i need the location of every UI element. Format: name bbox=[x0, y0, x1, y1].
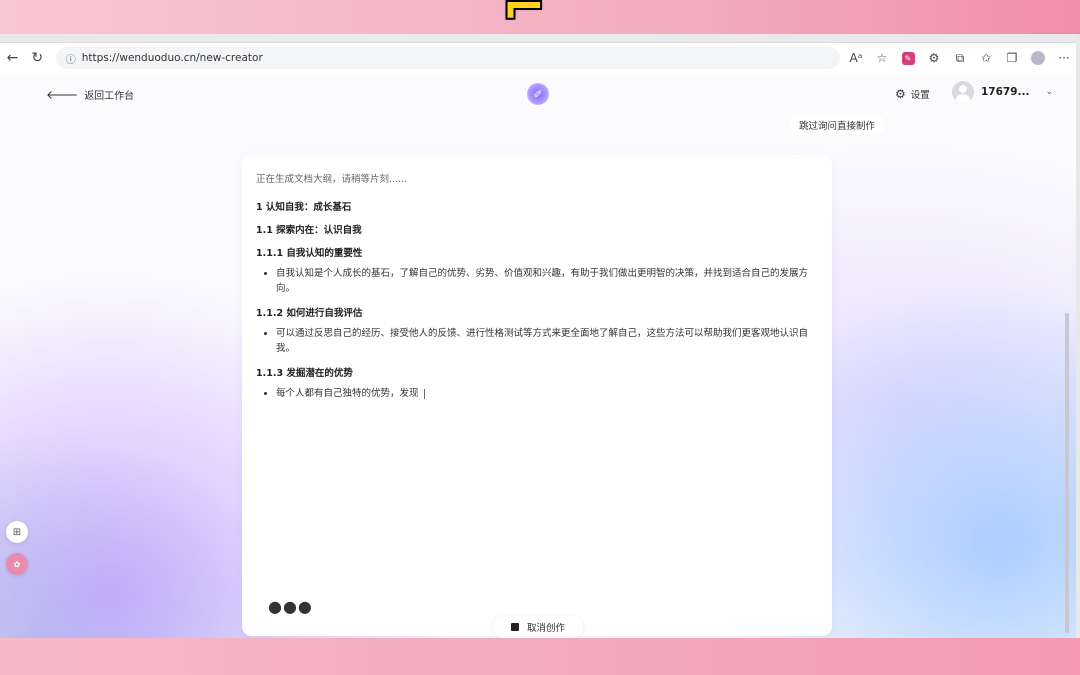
collections-icon[interactable]: ❐ bbox=[1000, 47, 1024, 69]
outline-bullet: 自我认知是个人成长的基石，了解自己的优势、劣势、价值观和兴趣，有助于我们做出更明… bbox=[276, 266, 818, 296]
gear-icon: ⚙ bbox=[895, 87, 906, 101]
extension-icon[interactable]: ✎ bbox=[896, 47, 920, 69]
assistant-avatar-icon[interactable]: ✿ bbox=[6, 553, 28, 575]
loading-dots: ●●● bbox=[268, 597, 313, 616]
settings-label: 设置 bbox=[910, 90, 930, 101]
cancel-label: 取消创作 bbox=[526, 623, 565, 634]
favorite-star-icon[interactable]: ☆ bbox=[870, 47, 894, 69]
split-screen-icon[interactable]: ⧉ bbox=[948, 47, 972, 69]
profile-icon[interactable] bbox=[1026, 47, 1050, 69]
address-bar[interactable]: ⓘ https://wenduoduo.cn/new-creator bbox=[55, 47, 841, 69]
outline-card: 正在生成文档大纲，请稍等片刻...... 1 认知自我：成长基石 1.1 探索内… bbox=[242, 155, 832, 636]
read-aloud-icon[interactable]: Aᵃ bbox=[844, 47, 868, 69]
top-banner: ⌐ bbox=[0, 0, 1080, 34]
arrow-left-icon: 🡐 bbox=[46, 88, 79, 102]
site-info-icon[interactable]: ⓘ bbox=[66, 51, 76, 66]
browser-toolbar: ← ↻ ⓘ https://wenduoduo.cn/new-creator A… bbox=[0, 43, 1076, 74]
refresh-icon[interactable]: ↻ bbox=[25, 47, 50, 69]
bottom-banner bbox=[0, 638, 1080, 675]
more-menu-icon[interactable]: ··· bbox=[1052, 47, 1076, 69]
banner-glyph: ⌐ bbox=[502, 0, 546, 34]
back-label: 返回工作台 bbox=[84, 91, 135, 102]
scrollbar[interactable] bbox=[1065, 313, 1069, 633]
outline-heading-1: 1 认知自我：成长基石 bbox=[256, 202, 352, 213]
chevron-down-icon: ⌄ bbox=[1045, 87, 1054, 97]
page-content: 🡐 返回工作台 ✐ ⚙ 设置 17679... ⌄ 跳过询问直接制作 正在生成文… bbox=[0, 73, 1076, 638]
outline-heading-2: 1.1 探索内在：认识自我 bbox=[256, 225, 362, 236]
back-arrow-icon[interactable]: ← bbox=[0, 47, 25, 69]
back-to-workbench-link[interactable]: 🡐 返回工作台 bbox=[46, 87, 134, 102]
extensions-puzzle-icon[interactable]: ⚙ bbox=[922, 47, 946, 69]
streaming-text: 每个人都有自己独特的优势，发现 bbox=[276, 388, 419, 399]
tab-strip bbox=[0, 34, 1076, 43]
outline-bullet: 可以通过反思自己的经历、接受他人的反馈、进行性格测试等方式来更全面地了解自己，这… bbox=[276, 326, 818, 356]
ai-logo-icon: ✐ bbox=[527, 83, 549, 105]
outline-section-title: 1.1.3 发掘潜在的优势 bbox=[256, 368, 353, 379]
stop-icon bbox=[510, 623, 519, 631]
text-cursor bbox=[423, 388, 425, 399]
apps-grid-icon[interactable]: ⊞ bbox=[6, 521, 28, 543]
avatar bbox=[952, 81, 974, 103]
skip-and-create-button[interactable]: 跳过询问直接制作 bbox=[789, 115, 886, 135]
outline-section-title: 1.1.1 自我认知的重要性 bbox=[256, 248, 363, 259]
url-text: https://wenduoduo.cn/new-creator bbox=[81, 52, 263, 64]
outline-bullet-streaming: 每个人都有自己独特的优势，发现 bbox=[276, 386, 818, 401]
user-name: 17679... bbox=[981, 86, 1030, 98]
cancel-creation-button[interactable]: 取消创作 bbox=[493, 616, 583, 638]
outline-section-title: 1.1.2 如何进行自我评估 bbox=[256, 308, 363, 319]
generation-status: 正在生成文档大纲，请稍等片刻...... bbox=[256, 174, 408, 185]
user-menu[interactable]: 17679... ⌄ bbox=[952, 81, 1053, 103]
favorites-list-icon[interactable]: ✩ bbox=[974, 47, 998, 69]
settings-button[interactable]: ⚙ 设置 bbox=[895, 87, 930, 101]
